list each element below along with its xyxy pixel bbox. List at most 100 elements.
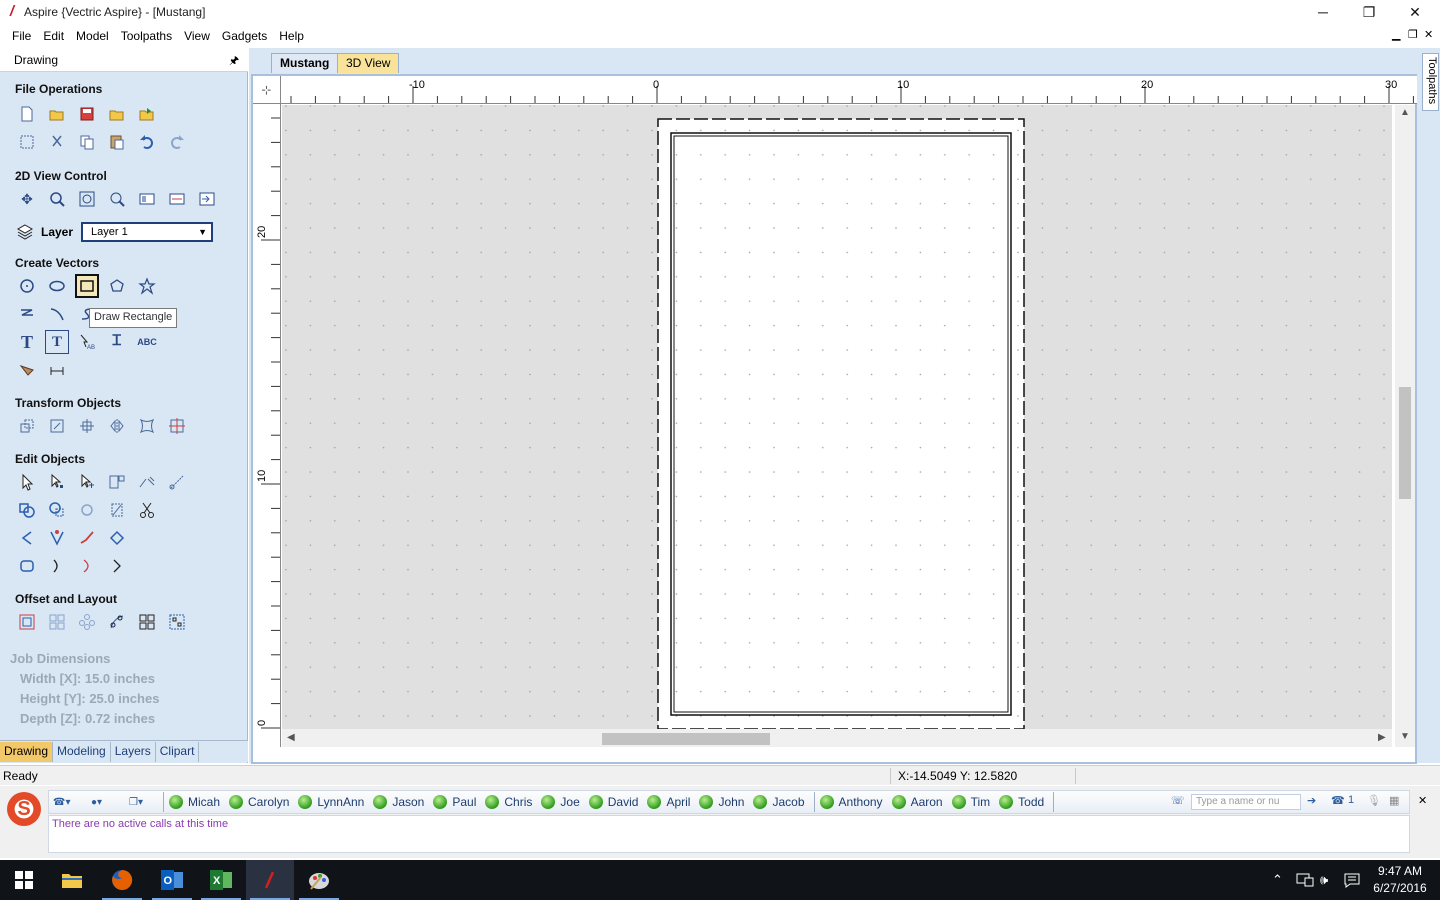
import-icon[interactable] xyxy=(135,102,159,126)
close-button[interactable]: ✕ xyxy=(1392,0,1438,24)
outlook-icon[interactable]: O xyxy=(148,860,196,900)
tab-3d-view[interactable]: 3D View xyxy=(337,53,400,73)
vertical-scroll-thumb[interactable] xyxy=(1399,387,1411,499)
speed-dial-contact[interactable]: Joe xyxy=(541,795,580,809)
zoom-selected-icon[interactable] xyxy=(105,187,129,211)
trim-icon[interactable] xyxy=(135,470,159,494)
select-pointer-icon[interactable] xyxy=(15,470,39,494)
horizontal-scroll-thumb[interactable] xyxy=(602,733,770,745)
text-arc-icon[interactable]: Ꮖ xyxy=(105,330,129,354)
measure-icon[interactable] xyxy=(165,470,189,494)
redo-icon[interactable] xyxy=(165,130,189,154)
weld-icon[interactable] xyxy=(15,498,39,522)
drawing-canvas[interactable] xyxy=(282,105,1392,729)
action-center-icon[interactable] xyxy=(1344,860,1360,900)
draw-polygon-icon[interactable] xyxy=(105,274,129,298)
transform-pointer-icon[interactable] xyxy=(75,470,99,494)
mdi-close-button[interactable]: ✕ xyxy=(1424,28,1433,41)
speed-dial-contact[interactable]: Todd xyxy=(999,795,1044,809)
arc-edit-icon[interactable] xyxy=(75,554,99,578)
draw-pen-icon[interactable] xyxy=(15,358,39,382)
paint-app-icon[interactable] xyxy=(295,860,343,900)
pan-icon[interactable]: ✥ xyxy=(15,187,39,211)
intersect-icon[interactable] xyxy=(75,498,99,522)
offset-curve-icon[interactable] xyxy=(15,554,39,578)
tab-toolpaths[interactable]: Toolpaths xyxy=(1422,53,1439,111)
text-on-curve-icon[interactable]: AB xyxy=(75,330,99,354)
join-vectors-icon[interactable] xyxy=(15,526,39,550)
select-all-icon[interactable] xyxy=(15,130,39,154)
dial-arrow-icon[interactable]: ➔ xyxy=(1307,794,1316,807)
draw-arc-icon[interactable] xyxy=(45,302,69,326)
speed-dial-contact[interactable]: Jason xyxy=(373,795,424,809)
network-icon[interactable] xyxy=(1296,860,1314,900)
scale-icon[interactable] xyxy=(45,414,69,438)
paste-icon[interactable] xyxy=(105,130,129,154)
restore-button[interactable]: ❐ xyxy=(1346,0,1392,24)
mirror-icon[interactable] xyxy=(105,414,129,438)
smooth-icon[interactable] xyxy=(75,526,99,550)
circular-array-icon[interactable] xyxy=(75,610,99,634)
menu-view[interactable]: View xyxy=(178,29,216,43)
auto-layout-text-icon[interactable]: T xyxy=(45,330,69,354)
array-copy-icon[interactable] xyxy=(45,610,69,634)
copy-icon[interactable] xyxy=(75,130,99,154)
tab-mustang[interactable]: Mustang xyxy=(271,53,339,73)
draw-circle-icon[interactable] xyxy=(15,274,39,298)
contact-search-input[interactable]: Type a name or nu xyxy=(1191,794,1301,810)
draw-ellipse-icon[interactable] xyxy=(45,274,69,298)
set-origin-icon[interactable] xyxy=(165,414,189,438)
layer-dropdown[interactable]: Layer 1 ▼ xyxy=(81,222,213,242)
mdi-minimize-button[interactable]: ▁ xyxy=(1392,28,1400,41)
speed-dial-contact[interactable]: Jacob xyxy=(753,795,805,809)
draw-polyline-icon[interactable] xyxy=(15,302,39,326)
offset-icon[interactable] xyxy=(15,610,39,634)
view-pane-icon[interactable] xyxy=(195,187,219,211)
window-options-icon[interactable]: ❐▾ xyxy=(129,793,163,811)
minimize-button[interactable]: ─ xyxy=(1300,0,1346,24)
fillet-icon[interactable] xyxy=(105,498,129,522)
tab-clipart[interactable]: Clipart xyxy=(156,742,200,762)
speed-dial-contact[interactable]: Aaron xyxy=(891,795,943,809)
show-hidden-icons[interactable]: ⌃ xyxy=(1272,860,1283,900)
file-explorer-icon[interactable] xyxy=(48,860,96,900)
firefox-icon[interactable] xyxy=(98,860,146,900)
speed-dial-contact[interactable]: Carolyn xyxy=(229,795,289,809)
pin-icon[interactable]: 🖈 xyxy=(229,52,239,71)
view-toggle-icon[interactable] xyxy=(165,187,189,211)
interactive-trim-icon[interactable] xyxy=(105,470,129,494)
distort-icon[interactable] xyxy=(135,414,159,438)
speed-dial-contact[interactable]: April xyxy=(647,795,690,809)
speed-dial-contact[interactable]: Chris xyxy=(485,795,532,809)
open-file-icon[interactable] xyxy=(45,102,69,126)
scissors-icon[interactable] xyxy=(135,498,159,522)
phone-line-icon[interactable]: ☎ xyxy=(1331,794,1345,807)
new-file-icon[interactable] xyxy=(15,102,39,126)
mute-icon[interactable]: 🎙 xyxy=(1367,794,1381,807)
zoom-icon[interactable] xyxy=(45,187,69,211)
save-icon[interactable] xyxy=(75,102,99,126)
menu-toolpaths[interactable]: Toolpaths xyxy=(115,29,178,43)
presence-icon[interactable]: ●▾ xyxy=(91,793,125,811)
speed-dial-contact[interactable]: John xyxy=(699,795,744,809)
dimension-icon[interactable] xyxy=(45,358,69,382)
scroll-left-icon[interactable]: ◀ xyxy=(287,732,295,743)
extend-icon[interactable] xyxy=(45,554,69,578)
speed-dial-contact[interactable]: Paul xyxy=(433,795,476,809)
open-folder-icon[interactable] xyxy=(105,102,129,126)
node-edit-icon[interactable] xyxy=(45,470,69,494)
nesting-icon[interactable] xyxy=(135,610,159,634)
volume-icon[interactable]: 🕪 xyxy=(1320,860,1328,900)
scroll-up-icon[interactable]: ▲ xyxy=(1400,107,1410,118)
vertical-scrollbar[interactable]: ▲ ▼ xyxy=(1395,105,1415,747)
text-abc-icon[interactable]: ABC xyxy=(135,330,159,354)
draw-text-icon[interactable]: T xyxy=(15,330,39,354)
cut-icon[interactable] xyxy=(45,130,69,154)
tab-layers[interactable]: Layers xyxy=(111,742,156,762)
draw-rectangle-icon[interactable] xyxy=(75,274,99,298)
speed-dial-contact[interactable]: Tim xyxy=(951,795,990,809)
excel-icon[interactable]: X xyxy=(197,860,245,900)
speed-dial-contact[interactable]: LynnAnn xyxy=(298,795,364,809)
tab-drawing[interactable]: Drawing xyxy=(0,742,54,762)
undo-icon[interactable] xyxy=(135,130,159,154)
